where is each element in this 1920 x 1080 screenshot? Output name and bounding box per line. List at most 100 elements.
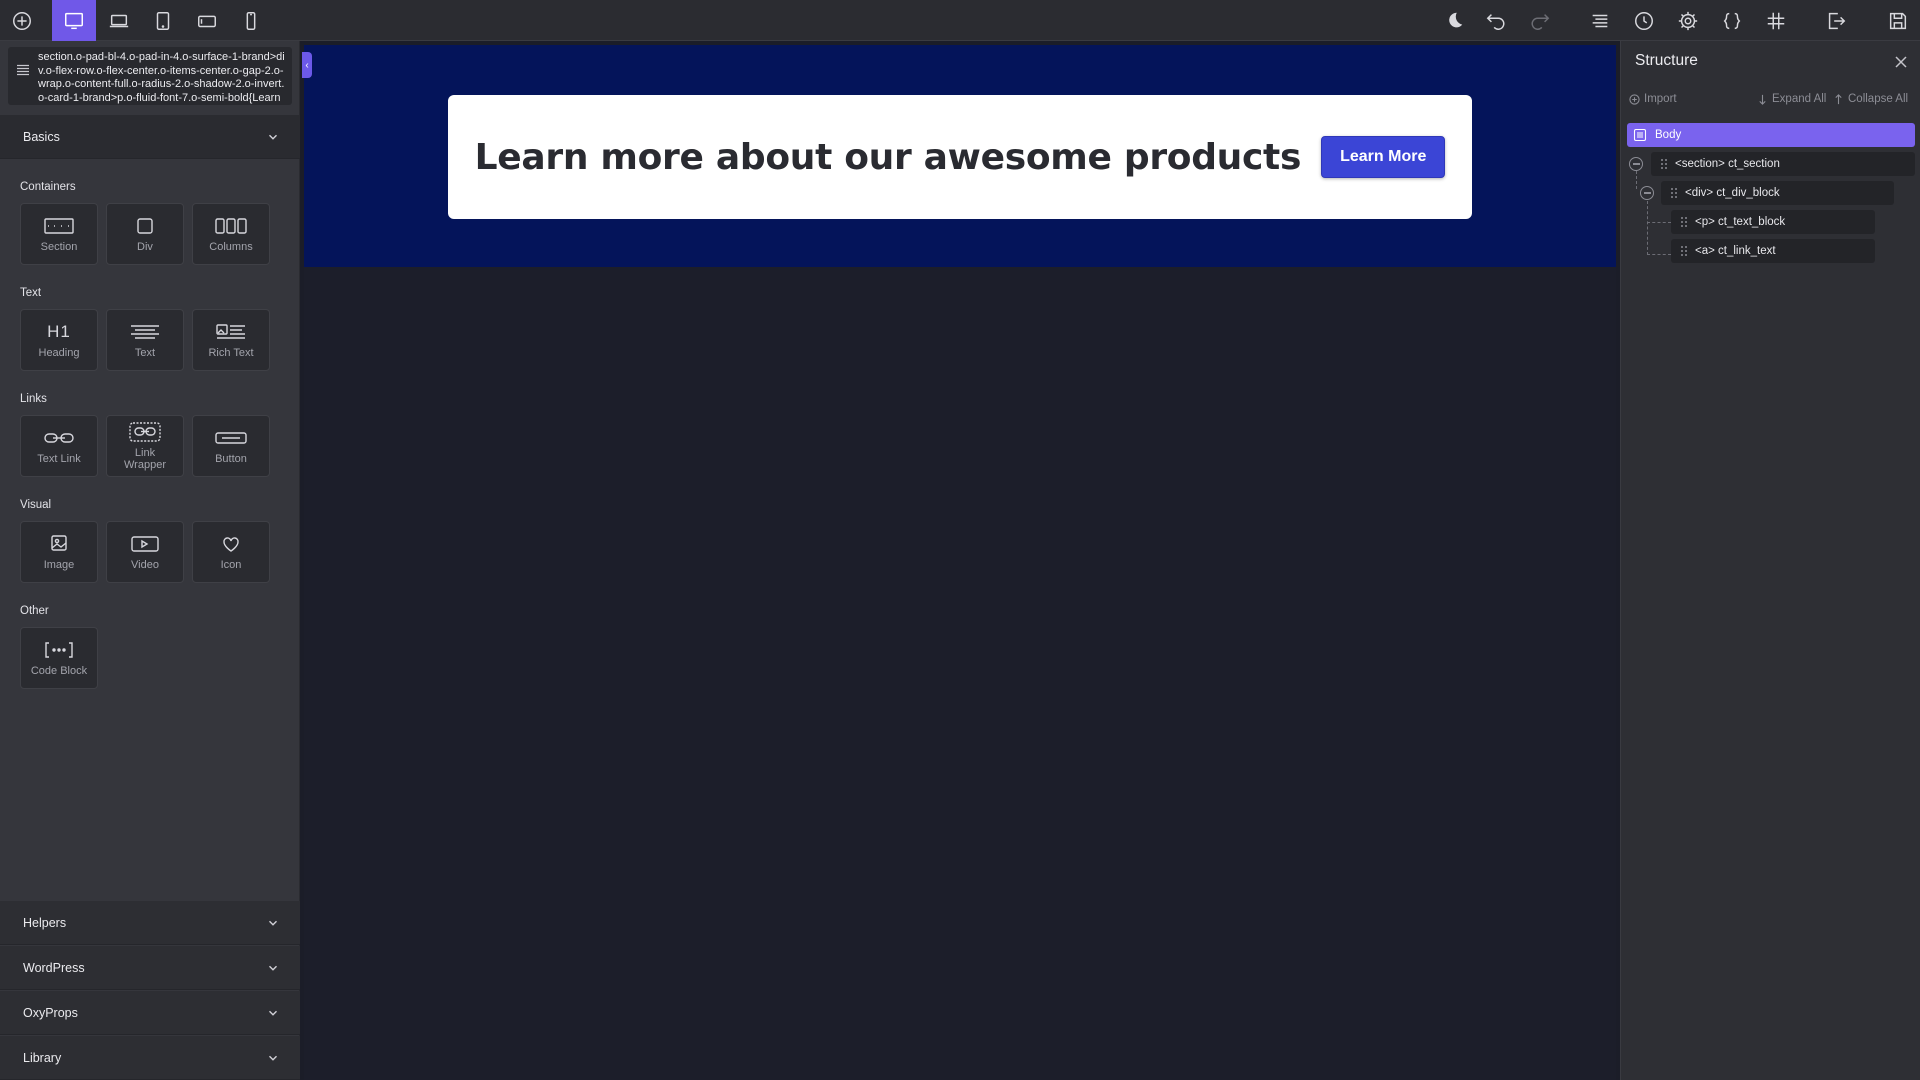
button-icon (215, 432, 247, 444)
add-elements-panel: section.o-pad-bl-4.o-pad-in-4.o-surface-… (0, 41, 300, 1080)
tree-connector (1647, 201, 1648, 255)
element-heading[interactable]: H1 Heading (20, 309, 98, 371)
grid-icon[interactable] (1754, 0, 1798, 41)
preview-card[interactable]: Learn more about our awesome products Le… (448, 95, 1472, 219)
layers-icon[interactable] (1578, 0, 1622, 41)
code-block-icon (45, 642, 73, 658)
chevron-down-icon (269, 1010, 277, 1016)
rich-text-icon (216, 324, 245, 339)
tree-node-section[interactable]: <section> ct_section (1651, 152, 1915, 176)
group-label-visual: Visual (20, 499, 52, 511)
desktop-view-button[interactable] (52, 0, 96, 41)
tree-node-p[interactable]: <p> ct_text_block (1671, 210, 1875, 234)
div-icon (137, 218, 153, 234)
settings-icon[interactable] (1666, 0, 1710, 41)
chevron-left-icon: ‹ (305, 59, 309, 71)
add-icon[interactable] (0, 0, 44, 41)
save-icon[interactable] (1876, 0, 1920, 41)
element-link-wrapper[interactable]: Link Wrapper (106, 415, 184, 477)
learn-more-button[interactable]: Learn More (1321, 136, 1446, 178)
element-label: Button (215, 453, 247, 465)
element-section[interactable]: Section (20, 203, 98, 265)
text-link-icon (44, 433, 74, 443)
page-icon (1633, 128, 1647, 142)
columns-icon (215, 218, 247, 234)
element-label: Text (134, 347, 156, 359)
tablet-view-button[interactable] (141, 0, 185, 41)
tree-node-label: <p> ct_text_block (1695, 216, 1786, 228)
import-button[interactable]: Import (1629, 93, 1677, 105)
element-div[interactable]: Div (106, 203, 184, 265)
moon-icon[interactable] (1432, 0, 1476, 41)
undo-icon[interactable] (1474, 0, 1518, 41)
selector-text: section.o-pad-bl-4.o-pad-in-4.o-surface-… (38, 51, 285, 104)
desktop-icon (65, 12, 83, 29)
expand-all-button[interactable]: Expand All (1757, 93, 1826, 105)
collapse-all-button[interactable]: Collapse All (1833, 93, 1908, 105)
element-button[interactable]: Button (192, 415, 270, 477)
tree-node-div[interactable]: <div> ct_div_block (1661, 181, 1894, 205)
group-label-other: Other (20, 605, 49, 617)
phone-view-button[interactable] (229, 0, 273, 41)
drag-handle-icon[interactable] (1679, 245, 1689, 257)
phone-icon (246, 11, 256, 30)
oxyprops-accordion[interactable]: OxyProps (0, 991, 300, 1035)
element-text-link[interactable]: Text Link (20, 415, 98, 477)
text-icon (131, 325, 159, 339)
link-wrapper-icon (129, 422, 161, 442)
element-label: Section (40, 241, 78, 253)
tree-connector (1636, 171, 1637, 189)
card-heading-text[interactable]: Learn more about our awesome products (475, 137, 1302, 178)
structure-title: Structure (1635, 52, 1698, 69)
image-icon (51, 535, 67, 551)
heading-icon: H1 (47, 322, 71, 341)
element-label: Video (131, 559, 159, 571)
basics-label: Basics (23, 129, 60, 144)
close-icon[interactable] (1894, 55, 1908, 69)
element-label: Heading (38, 347, 80, 359)
element-rich-text[interactable]: Rich Text (192, 309, 270, 371)
collapse-panel-tab[interactable]: ‹ (302, 52, 312, 78)
expand-all-label: Expand All (1772, 93, 1827, 105)
collapse-toggle-icon[interactable] (1640, 186, 1654, 200)
section-icon (44, 218, 74, 234)
accordion-label: OxyProps (23, 1005, 78, 1020)
wordpress-accordion[interactable]: WordPress (0, 946, 300, 990)
element-label: Columns (209, 241, 253, 253)
structure-actions: Import Expand All Collapse All (1629, 93, 1913, 109)
element-video[interactable]: Video (106, 521, 184, 583)
drag-handle-icon[interactable] (1669, 187, 1679, 199)
arrow-up-icon (1835, 93, 1842, 104)
element-text[interactable]: Text (106, 309, 184, 371)
library-accordion[interactable]: Library (0, 1036, 300, 1080)
group-label-text: Text (20, 287, 42, 299)
tablet-landscape-view-button[interactable] (185, 0, 229, 41)
element-label: Rich Text (208, 347, 254, 359)
basics-accordion[interactable]: Basics (0, 115, 300, 159)
tree-connector (1647, 222, 1671, 223)
element-icon[interactable]: Icon (192, 521, 270, 583)
element-label: Link Wrapper (124, 447, 166, 471)
import-label: Import (1644, 93, 1677, 105)
chevron-down-icon (269, 965, 277, 971)
element-code-block[interactable]: Code Block (20, 627, 98, 689)
exit-icon[interactable] (1814, 0, 1858, 41)
history-icon[interactable] (1622, 0, 1666, 41)
selector-input[interactable]: section.o-pad-bl-4.o-pad-in-4.o-surface-… (8, 47, 292, 105)
arrow-down-icon (1759, 94, 1766, 105)
redo-icon[interactable] (1518, 0, 1562, 41)
tree-node-a[interactable]: <a> ct_link_text (1671, 239, 1875, 263)
helpers-accordion[interactable]: Helpers (0, 901, 300, 945)
accordion-label: Helpers (23, 915, 67, 930)
video-icon (131, 536, 159, 552)
element-columns[interactable]: Columns (192, 203, 270, 265)
drag-handle-icon[interactable] (1659, 158, 1669, 170)
collapse-toggle-icon[interactable] (1629, 157, 1643, 171)
collapse-all-label: Collapse All (1848, 93, 1909, 105)
element-image[interactable]: Image (20, 521, 98, 583)
tablet-icon (156, 11, 170, 30)
tree-node-body[interactable]: Body (1627, 123, 1915, 147)
laptop-view-button[interactable] (97, 0, 141, 41)
drag-handle-icon[interactable] (1679, 216, 1689, 228)
code-icon[interactable] (1710, 0, 1754, 41)
